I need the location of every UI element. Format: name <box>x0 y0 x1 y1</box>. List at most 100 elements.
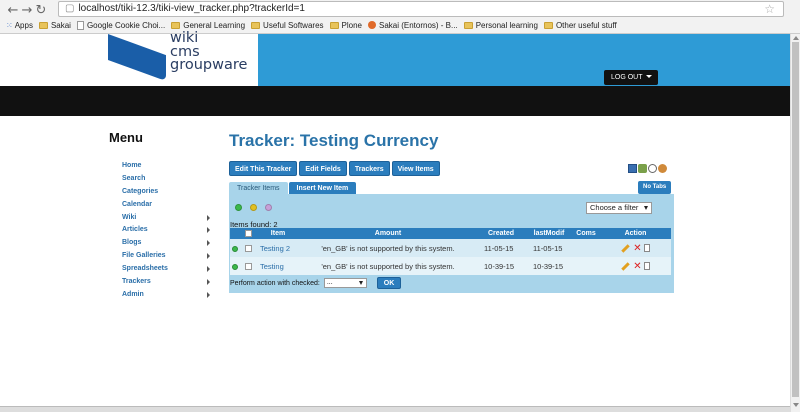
filter-select-value: Choose a filter <box>590 203 639 212</box>
bulk-action-bar: Perform action with checked: ... OK <box>230 277 402 289</box>
address-bar[interactable]: ▢ localhost/tiki-12.3/tiki-view_tracker.p… <box>58 1 784 17</box>
bookmark-item[interactable]: Other useful stuff <box>543 18 617 33</box>
save-icon[interactable] <box>628 163 637 173</box>
reload-icon[interactable]: ↻ <box>34 3 48 18</box>
export-icon[interactable] <box>638 163 647 173</box>
logo-word-groupware: groupware <box>170 57 248 73</box>
edit-tracker-button[interactable]: Edit This Tracker <box>229 161 298 176</box>
site-logo[interactable]: wiki cms groupware <box>170 31 248 73</box>
menu-item[interactable]: Wiki <box>122 212 212 225</box>
tracker-toolbar: Edit This Tracker Edit Fields Trackers View… <box>229 161 442 176</box>
menu-item[interactable]: Home <box>122 160 212 173</box>
bookmark-item[interactable]: Google Cookie Choi... <box>76 18 165 33</box>
scroll-up-icon[interactable] <box>793 36 799 40</box>
chevron-right-icon <box>207 227 210 234</box>
column-header-created[interactable]: Created <box>476 228 526 239</box>
browser-toolbar: ← → ↻ ▢ localhost/tiki-12.3/tiki-view_track… <box>0 0 800 34</box>
status-closed-icon[interactable] <box>265 204 272 211</box>
select-all-header <box>240 228 256 239</box>
bookmark-item[interactable]: Useful Softwares <box>251 18 324 33</box>
forward-icon[interactable]: → <box>20 3 34 18</box>
filter-select[interactable]: Choose a filter <box>586 202 652 214</box>
chevron-right-icon <box>207 214 210 221</box>
folder-icon <box>463 22 473 29</box>
browser-nav: ← → ↻ <box>6 3 48 18</box>
status-open-icon <box>232 245 238 252</box>
back-icon[interactable]: ← <box>6 3 20 18</box>
edit-icon[interactable] <box>621 243 631 253</box>
tool-icons <box>628 162 668 174</box>
menu-item[interactable]: Trackers <box>122 276 212 289</box>
page-icon: ▢ <box>65 3 75 14</box>
status-open-icon[interactable] <box>235 204 242 211</box>
apps-icon: ⁙ <box>6 21 13 30</box>
coms-cell <box>572 257 600 275</box>
menu-item-label: Search <box>122 174 146 182</box>
bulk-action-select[interactable]: ... <box>323 278 367 288</box>
column-header-item[interactable]: Item <box>256 228 300 239</box>
edit-fields-button[interactable]: Edit Fields <box>299 161 347 176</box>
bookmark-item[interactable]: Plone <box>329 18 362 33</box>
browser-status-bar <box>0 406 790 412</box>
top-nav-band <box>0 86 790 116</box>
menu-item[interactable]: Admin <box>122 289 212 302</box>
menu-item-label: Articles <box>122 226 148 234</box>
group-watch-icon[interactable] <box>658 163 667 173</box>
page-scrollbar[interactable] <box>790 34 800 412</box>
menu-item[interactable]: Articles <box>122 224 212 237</box>
item-link[interactable]: Testing <box>260 262 284 271</box>
ok-button[interactable]: OK <box>376 277 402 289</box>
row-checkbox[interactable] <box>244 245 252 253</box>
tracker-items-panel: Choose a filter Items found: 2 Item Amou… <box>229 194 674 293</box>
action-cell: ✕ <box>600 257 671 275</box>
item-link[interactable]: Testing 2 <box>260 244 290 253</box>
folder-icon <box>251 22 261 29</box>
bookmark-label: Useful Softwares <box>263 21 324 30</box>
bookmark-item[interactable]: Personal learning <box>463 18 538 33</box>
no-tabs-button[interactable]: No Tabs <box>638 181 672 194</box>
scroll-thumb[interactable] <box>792 42 799 397</box>
folder-icon <box>329 22 339 29</box>
scroll-down-icon[interactable] <box>793 403 799 407</box>
view-items-button[interactable]: View Items <box>391 161 440 176</box>
row-status-cell <box>230 239 240 257</box>
caret-down-icon <box>645 75 652 78</box>
bookmark-label: Sakai (Entornos) - B... <box>378 21 458 30</box>
bookmark-label: Other useful stuff <box>555 21 617 30</box>
action-cell: ✕ <box>600 239 671 257</box>
column-header-coms[interactable]: Coms <box>572 228 600 239</box>
lastmodif-cell: 10-39-15 <box>526 257 572 275</box>
menu-item[interactable]: Search <box>122 173 212 186</box>
bookmark-item[interactable]: Sakai <box>38 18 71 33</box>
menu-item[interactable]: Blogs <box>122 237 212 250</box>
page-title: Tracker: Testing Currency <box>229 131 439 150</box>
delete-icon[interactable]: ✕ <box>633 243 641 254</box>
menu-item-label: Home <box>122 162 142 169</box>
column-header-amount[interactable]: Amount <box>300 228 476 239</box>
row-select-cell <box>240 257 256 275</box>
trackers-button[interactable]: Trackers <box>348 161 390 176</box>
status-pending-icon[interactable] <box>250 204 257 211</box>
menu-item[interactable]: Calendar <box>122 199 212 212</box>
logout-button[interactable]: LOG OUT <box>604 70 658 85</box>
bookmark-item[interactable]: ⁙ Apps <box>6 18 33 33</box>
menu-item-label: Spreadsheets <box>122 265 168 273</box>
select-all-checkbox[interactable] <box>244 229 252 237</box>
view-item-icon[interactable] <box>643 244 650 252</box>
delete-icon[interactable]: ✕ <box>633 261 641 272</box>
dropdown-arrow-icon <box>358 281 363 285</box>
bookmark-label: Apps <box>14 21 33 30</box>
bookmarks-bar: ⁙ Apps Sakai Google Cookie Choi... General L… <box>0 18 800 33</box>
row-checkbox[interactable] <box>244 263 252 271</box>
menu-item[interactable]: Categories <box>122 186 212 199</box>
watch-icon[interactable] <box>648 163 657 173</box>
edit-icon[interactable] <box>621 261 631 271</box>
menu-item[interactable]: File Galleries <box>122 250 212 263</box>
menu-item-label: Admin <box>122 290 144 298</box>
bookmark-star-icon[interactable]: ☆ <box>764 2 775 16</box>
bookmark-item[interactable]: Sakai (Entornos) - B... <box>367 18 458 33</box>
folder-icon <box>38 22 48 29</box>
view-item-icon[interactable] <box>643 262 650 270</box>
column-header-lastmodif[interactable]: lastModif <box>526 228 572 239</box>
menu-item[interactable]: Spreadsheets <box>122 263 212 276</box>
